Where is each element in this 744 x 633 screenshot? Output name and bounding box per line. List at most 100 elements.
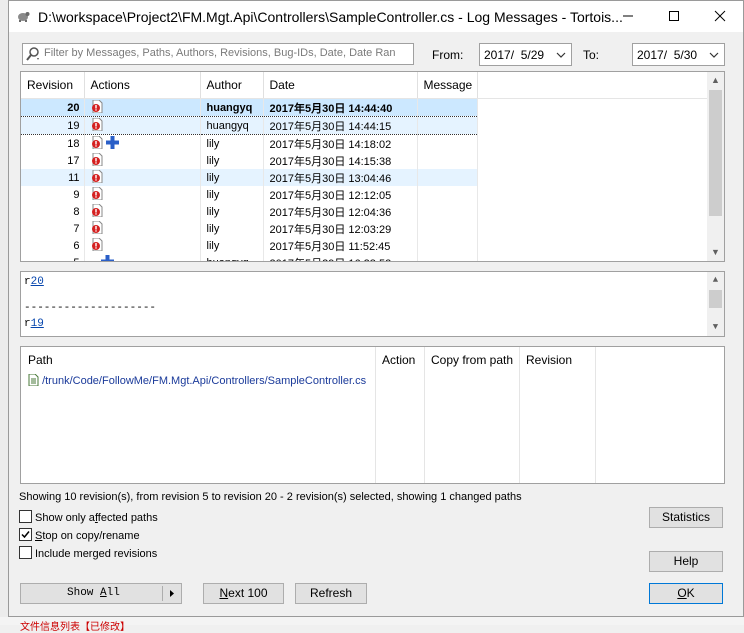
revision-cell: 11 [21,169,85,186]
changed-path-row[interactable]: /trunk/Code/FollowMe/FM.Mgt.Api/Controll… [28,373,367,387]
filler-cell [477,237,709,254]
log-row[interactable]: 17 lily 2017年5月30日 14:15:38 [21,152,709,169]
column-header-message[interactable]: Message [417,72,478,99]
revision-list[interactable]: Revision Actions Author Date Message 20 h… [20,71,725,262]
date-cell: 2017年5月30日 12:04:36 [263,203,418,220]
changed-path-text: /trunk/Code/FollowMe/FM.Mgt.Api/Controll… [42,375,367,387]
from-date-picker[interactable]: 2017/ 5/29 [479,43,572,66]
to-date-value: 2017/ 5/30 [637,48,698,62]
revision-list-scrollbar[interactable]: ▲ ▼ [707,72,724,261]
filler-cell [477,116,709,135]
minimize-button[interactable] [605,1,651,32]
column-header-date[interactable]: Date [263,72,418,99]
actions-cell [84,203,201,220]
modified-action-icon [91,117,103,134]
log-row[interactable]: 8 lily 2017年5月30日 12:04:36 [21,203,709,220]
actions-cell [84,98,201,117]
column-header-revision[interactable]: Revision [526,353,572,367]
stop-on-copy-rename-checkbox[interactable]: Stop on copy/rename [19,528,140,542]
log-row[interactable]: 9 lily 2017年5月30日 12:12:05 [21,186,709,203]
log-row[interactable]: 6 lily 2017年5月30日 11:52:45 [21,237,709,254]
message-line-3: r19 [24,318,44,330]
date-cell: 2017年5月30日 12:12:05 [263,186,418,203]
column-divider [595,347,596,483]
date-cell: 2017年5月30日 14:44:15 [263,116,418,135]
checkbox-box[interactable] [19,528,32,541]
background-window-fragment: 文件信息列表【已修改】 [0,617,744,633]
modified-action-icon [91,186,103,203]
close-button[interactable] [697,1,743,32]
date-cell: 2017年5月30日 14:18:02 [263,134,418,152]
scroll-up-icon[interactable]: ▲ [707,72,724,89]
chevron-down-icon [709,49,719,63]
statistics-button[interactable]: Statistics [649,507,723,528]
log-row[interactable]: 7 lily 2017年5月30日 12:03:29 [21,220,709,237]
revision-link-20[interactable]: 20 [31,276,44,288]
show-all-split-button[interactable]: Show All [20,583,182,604]
file-modified-icon [28,373,39,387]
maximize-button[interactable] [651,1,697,32]
scrollbar-thumb[interactable] [709,290,722,308]
actions-cell [84,237,201,254]
message-cell [417,237,478,254]
from-date-value: 2017/ 5/29 [484,48,545,62]
revision-cell: 5 [21,254,85,261]
dropdown-arrow-icon[interactable] [168,584,176,611]
modified-action-icon [91,152,103,169]
search-icon[interactable] [25,46,41,65]
modified-action-icon [91,99,103,116]
filter-search-input[interactable]: Filter by Messages, Paths, Authors, Revi… [22,43,414,65]
show-only-affected-paths-checkbox[interactable]: Show only affected paths [19,510,158,524]
help-button[interactable]: Help [649,551,723,572]
scroll-down-icon[interactable]: ▼ [707,244,724,261]
column-header-action[interactable]: Action [382,353,415,367]
from-label: From: [432,48,464,62]
scrollbar-thumb[interactable] [709,90,722,216]
revision-link-19[interactable]: 19 [31,318,44,330]
author-cell: lily [200,186,264,203]
actions-cell [84,186,201,203]
log-row[interactable]: 18 lily 2017年5月30日 14:18:02 [21,134,709,152]
filler-cell [477,134,709,152]
column-header-actions[interactable]: Actions [84,72,201,99]
background-window [0,0,8,625]
column-header-copy-from-path[interactable]: Copy from path [431,353,513,367]
column-header-revision[interactable]: Revision [21,72,85,99]
ok-button[interactable]: OK [649,583,723,604]
column-header-path[interactable]: Path [28,353,53,367]
revision-cell: 20 [21,98,85,117]
maximize-icon [669,11,679,21]
include-merged-revisions-checkbox[interactable]: Include merged revisions [19,546,157,560]
changed-paths-list[interactable]: Path Action Copy from path Revision /tru… [20,346,725,484]
to-date-picker[interactable]: 2017/ 5/30 [632,43,725,66]
scroll-up-icon[interactable]: ▲ [707,272,724,289]
to-label: To: [583,48,600,62]
checkbox-box[interactable] [19,546,32,559]
revision-cell: 6 [21,237,85,254]
rev-prefix: r [24,318,31,330]
date-cell: 2017年5月30日 12:03:29 [263,220,418,237]
scroll-down-icon[interactable]: ▼ [707,319,724,336]
minimize-icon [623,15,633,17]
log-row[interactable]: 5 huangyq2017年5月29日 16:28:52 [21,254,709,261]
log-message-pane[interactable]: r20 -------------------- r19 ▲ ▼ [20,271,725,337]
log-row[interactable]: 20 huangyq 2017年5月30日 14:44:40 [21,98,709,117]
message-cell [417,116,478,135]
log-row[interactable]: 19 huangyq 2017年5月30日 14:44:15 [21,116,709,135]
next-100-button[interactable]: Next 100 [203,583,284,604]
modified-action-icon [91,220,103,237]
split-divider [162,586,163,601]
added-action-icon [100,254,114,261]
revision-cell: 19 [21,116,85,135]
actions-cell [84,152,201,169]
log-row[interactable]: 11 lily 2017年5月30日 13:04:46 [21,169,709,186]
refresh-button[interactable]: Refresh [295,583,367,604]
modified-action-icon [91,237,103,254]
column-header-author[interactable]: Author [200,72,264,99]
message-cell [417,254,478,261]
modified-action-icon [91,135,103,152]
checkbox-box[interactable] [19,510,32,523]
column-header-filler [477,72,709,99]
message-pane-scrollbar[interactable]: ▲ ▼ [707,272,724,336]
window-title: D:\workspace\Project2\FM.Mgt.Api\Control… [38,9,623,25]
